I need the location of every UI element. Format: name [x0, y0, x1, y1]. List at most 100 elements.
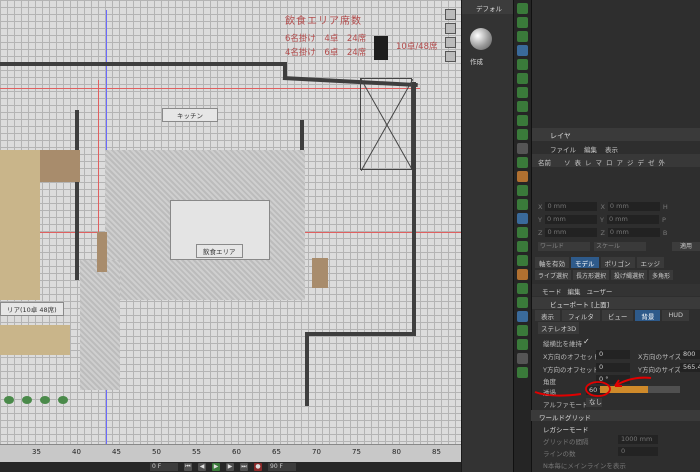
rotate-tool-icon[interactable]: [517, 31, 528, 42]
sculpt-tool-icon[interactable]: [517, 367, 528, 378]
mode-polygon[interactable]: ポリゴン: [600, 257, 635, 268]
last-frame-button[interactable]: ⏭: [240, 463, 248, 471]
edge-tool-icon[interactable]: [517, 227, 528, 238]
polygon-tool-icon[interactable]: [517, 213, 528, 224]
pos-x-field[interactable]: 0 mm: [545, 202, 598, 211]
rotation-field[interactable]: 0 °: [596, 375, 630, 384]
move-tool-icon[interactable]: [517, 3, 528, 14]
lasso-select-tool[interactable]: 投げ縄選択: [611, 270, 648, 280]
pos-z-field[interactable]: 0 mm: [545, 228, 598, 237]
x-offset-field[interactable]: 0: [596, 350, 630, 359]
tag-tool-icon[interactable]: [517, 171, 528, 182]
bend-tool-icon[interactable]: [517, 115, 528, 126]
object-manager-header[interactable]: デフォル: [462, 0, 513, 14]
keep-aspect-checkbox[interactable]: ✓: [583, 338, 591, 346]
layer-col: 外: [658, 159, 666, 167]
pos-y-field[interactable]: 0 mm: [544, 215, 597, 224]
scale-dropdown[interactable]: スケール: [594, 242, 646, 251]
y-offset-field[interactable]: 0: [596, 363, 630, 372]
polygon-select-tool[interactable]: 多角形: [649, 270, 674, 280]
object-manager-strip: デフォル 作成: [461, 0, 513, 472]
rotate-view-icon[interactable]: [444, 37, 456, 48]
room-label-dining: 飲食エリア: [196, 244, 243, 258]
floor-tool-icon[interactable]: [517, 129, 528, 140]
wall: [75, 110, 79, 280]
nurbs-tool-icon[interactable]: [517, 87, 528, 98]
end-frame-field[interactable]: 90 F: [268, 463, 296, 471]
move-view-icon[interactable]: [444, 9, 456, 20]
rect-select-tool[interactable]: 長方形選択: [573, 270, 610, 280]
spline-tool-icon[interactable]: [517, 185, 528, 196]
coord-row-z: Z 0 mm Z 0 mm B: [538, 228, 668, 237]
toggle-view-icon[interactable]: [444, 51, 456, 62]
start-frame-field[interactable]: 0 F: [150, 463, 178, 471]
layer-col: ロ: [606, 159, 613, 167]
light-tool-icon[interactable]: [517, 157, 528, 168]
deformer-tool-icon[interactable]: [517, 199, 528, 210]
layer-menu-file[interactable]: ファイル: [550, 144, 576, 154]
zoom-view-icon[interactable]: [444, 23, 456, 34]
tab-background[interactable]: 背景: [635, 310, 661, 321]
tab-hud[interactable]: HUD: [662, 310, 690, 321]
world-dropdown[interactable]: ワールド: [538, 242, 590, 251]
wood-floor: [0, 325, 70, 355]
grid-spacing-field[interactable]: 1000 mm: [618, 435, 658, 444]
first-frame-button[interactable]: ⏮: [184, 463, 192, 471]
size-x-field[interactable]: 0 mm: [607, 202, 660, 211]
counter: [40, 150, 80, 182]
tab-stereo[interactable]: ステレオ3D: [538, 322, 580, 334]
alpha-mode-dropdown[interactable]: なし: [586, 398, 602, 407]
quantize-tool-icon[interactable]: [517, 297, 528, 308]
tab-filter[interactable]: フィルタ: [562, 310, 600, 321]
attr-menu-mode[interactable]: モード: [542, 286, 562, 296]
record-button[interactable]: ●: [254, 463, 262, 471]
coord-apply-row: ワールド スケール 適用: [538, 242, 700, 251]
array-tool-icon[interactable]: [517, 101, 528, 112]
layer-col: ジ: [627, 159, 634, 167]
locked-tool-icon[interactable]: [517, 325, 528, 336]
legacy-mode-label: レガシーモード: [543, 426, 589, 434]
render-tool-icon[interactable]: [517, 353, 528, 364]
ruler-tick: 70: [312, 448, 321, 456]
cube-tool-icon[interactable]: [517, 45, 528, 56]
attr-menu-edit[interactable]: 編集: [568, 286, 581, 296]
transparency-slider[interactable]: [600, 386, 680, 393]
world-grid-header[interactable]: ワールドグリッド: [531, 410, 700, 422]
ruler-tick: 45: [112, 448, 121, 456]
live-select-tool[interactable]: ライブ選択: [535, 270, 572, 280]
pen-tool-icon[interactable]: [517, 59, 528, 70]
texture-tool-icon[interactable]: [517, 255, 528, 266]
mode-model[interactable]: モデル: [571, 257, 599, 268]
camera-tool-icon[interactable]: [517, 143, 528, 154]
stair-box: [360, 78, 414, 172]
viewport-nav-icons: [441, 6, 459, 65]
extrude-tool-icon[interactable]: [517, 73, 528, 84]
apply-button[interactable]: 適用: [672, 242, 700, 251]
create-menu[interactable]: 作成: [470, 56, 483, 66]
viewport-top-view[interactable]: 飲食エリア席数 6名掛け 4卓 24席 4名掛け 6卓 24席 10卓/48席 …: [0, 0, 461, 462]
axis-tool-icon[interactable]: [517, 311, 528, 322]
x-size-label: X方向のサイズ: [638, 353, 682, 361]
point-tool-icon[interactable]: [517, 241, 528, 252]
mode-edge[interactable]: エッジ: [636, 257, 664, 268]
x-size-field[interactable]: 800: [680, 350, 700, 359]
snap-tool-icon[interactable]: [517, 269, 528, 280]
prev-frame-button[interactable]: ◀: [198, 463, 206, 471]
next-frame-button[interactable]: ▶: [226, 463, 234, 471]
size-y-field[interactable]: 0 mm: [606, 215, 659, 224]
layer-col: 表: [574, 159, 582, 167]
y-size-field[interactable]: 565.4: [680, 363, 700, 372]
workplane-tool-icon[interactable]: [517, 283, 528, 294]
guide-tool-icon[interactable]: [517, 339, 528, 350]
scale-tool-icon[interactable]: [517, 17, 528, 28]
layer-menu-edit[interactable]: 編集: [584, 144, 597, 154]
line-count-field[interactable]: 0: [618, 447, 658, 456]
material-sphere-icon[interactable]: [470, 28, 492, 50]
mode-axis[interactable]: 軸を有効: [535, 257, 569, 268]
size-z-field[interactable]: 0 mm: [607, 228, 660, 237]
tab-display[interactable]: 表示: [535, 310, 560, 321]
attr-menu-user[interactable]: ユーザー: [587, 286, 613, 296]
layer-menu-view[interactable]: 表示: [605, 144, 618, 154]
play-button[interactable]: ▶: [212, 463, 220, 471]
tab-view[interactable]: ビュー: [601, 310, 634, 321]
